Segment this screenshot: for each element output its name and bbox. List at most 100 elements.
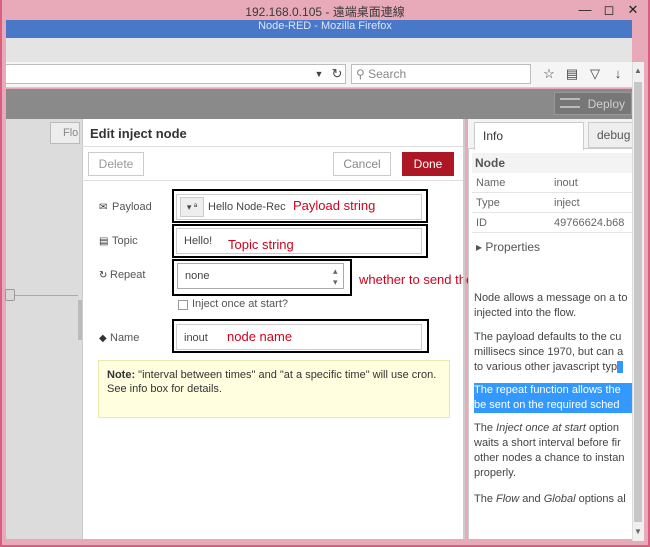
info-line: injected into the flow. bbox=[474, 307, 577, 319]
info-key: ID bbox=[476, 217, 487, 229]
name-input[interactable] bbox=[176, 324, 422, 350]
info-line: The Inject once at start option bbox=[474, 421, 632, 436]
download-icon[interactable]: ↓ bbox=[609, 65, 627, 83]
topic-annotation: Topic string bbox=[228, 237, 294, 252]
node-heading: Node bbox=[472, 153, 632, 173]
scrollbar-thumb[interactable] bbox=[634, 82, 642, 522]
info-emphasis: Flow bbox=[496, 493, 520, 505]
payload-label: Payload bbox=[112, 201, 152, 213]
info-line: The repeat function allows the bbox=[474, 383, 632, 398]
name-value: inout bbox=[184, 332, 208, 344]
envelope-icon: ✉ bbox=[99, 202, 108, 213]
topic-input[interactable] bbox=[176, 228, 422, 254]
tip-bold: Note: bbox=[107, 369, 136, 381]
divider bbox=[472, 212, 632, 213]
info-line: be sent on the required sched bbox=[474, 398, 632, 413]
info-emphasis: Global bbox=[543, 493, 576, 505]
flow-workspace[interactable] bbox=[6, 119, 82, 539]
cancel-button[interactable]: Cancel bbox=[333, 152, 391, 176]
info-paragraph-selected: The repeat function allows the be sent on… bbox=[474, 383, 632, 415]
info-line: Node allows a message on a to bbox=[474, 292, 628, 304]
search-icon: ⚲ bbox=[356, 67, 369, 81]
caret-right-icon: ▸ bbox=[476, 240, 486, 254]
chevron-updown-icon: ▴ ▾ bbox=[333, 266, 338, 287]
info-text: to various other javascript typ bbox=[474, 361, 618, 373]
repeat-icon: ↻ bbox=[99, 270, 108, 281]
tag-icon: ◆ bbox=[99, 333, 107, 344]
selection-highlight bbox=[617, 361, 624, 373]
pocket-icon[interactable]: ▽ bbox=[586, 65, 604, 83]
divider bbox=[82, 146, 465, 147]
tray-scrollbar[interactable] bbox=[463, 119, 465, 539]
maximize-icon[interactable]: ◻ bbox=[598, 2, 620, 18]
tasks-icon: ▤ bbox=[99, 236, 109, 247]
workspace-tab-label: Flo bbox=[63, 127, 79, 139]
tip-text: "interval between times" and "at a speci… bbox=[135, 369, 437, 381]
payload-type-select[interactable]: ▾ ª bbox=[180, 197, 204, 217]
reading-list-icon[interactable]: ▤ bbox=[563, 65, 581, 83]
tip-box: Note: "interval between times" and "at a… bbox=[98, 360, 450, 418]
divider bbox=[472, 232, 632, 233]
close-icon[interactable]: ✕ bbox=[622, 2, 644, 18]
info-paragraph: The Inject once at start option waits a s… bbox=[474, 421, 632, 483]
info-line: other nodes a chance to instan bbox=[474, 452, 625, 464]
info-text: The bbox=[474, 422, 497, 434]
node-port[interactable] bbox=[5, 289, 15, 301]
search-placeholder: Search bbox=[368, 67, 407, 81]
info-key: Name bbox=[476, 177, 506, 189]
tab-info[interactable]: Info bbox=[474, 122, 584, 150]
scroll-down-icon[interactable]: ▼ bbox=[632, 527, 644, 539]
info-value: 49766624.b68 bbox=[554, 217, 625, 229]
payload-value: Hello Node-Rec bbox=[208, 201, 286, 213]
topic-value: Hello! bbox=[184, 235, 213, 247]
flow-wire bbox=[6, 295, 78, 296]
inject-once-label: Inject once at start? bbox=[192, 298, 288, 310]
info-key: Type bbox=[476, 197, 500, 209]
name-label: Name bbox=[110, 332, 140, 344]
properties-toggle[interactable]: ▸ Properties bbox=[476, 240, 540, 254]
name-annotation: node name bbox=[227, 329, 293, 344]
topic-label: Topic bbox=[112, 235, 138, 247]
info-line: waits a short interval before fir bbox=[474, 437, 621, 449]
info-paragraph: Node allows a message on a to injected in… bbox=[474, 291, 632, 323]
repeat-label: Repeat bbox=[110, 269, 146, 281]
bookmark-star-icon[interactable]: ☆ bbox=[540, 65, 558, 83]
info-line: to various other javascript typ bbox=[474, 360, 632, 375]
deploy-icon bbox=[560, 98, 580, 108]
info-line: properly. bbox=[474, 467, 516, 479]
repeat-value: none bbox=[185, 270, 210, 282]
refresh-icon[interactable]: ↻ bbox=[328, 65, 346, 83]
minimize-icon[interactable]: — bbox=[574, 2, 596, 18]
tip-text2: See info box for details. bbox=[107, 383, 222, 395]
info-value: inject bbox=[554, 197, 580, 209]
browser-title: Node-RED - Mozilla Firefox bbox=[258, 20, 392, 32]
inject-once-checkbox[interactable] bbox=[178, 300, 188, 310]
payload-annotation: Payload string bbox=[293, 198, 376, 213]
info-text: option bbox=[585, 422, 619, 434]
nodered-header bbox=[6, 89, 632, 119]
info-paragraph: The payload defaults to the cu millisecs … bbox=[474, 330, 632, 376]
tray-title: Edit inject node bbox=[90, 126, 187, 141]
info-text: The bbox=[474, 493, 497, 505]
info-paragraph: The Flow and Global options al bbox=[474, 492, 632, 508]
done-button[interactable]: Done bbox=[402, 152, 454, 176]
properties-label: Properties bbox=[485, 240, 541, 254]
divider bbox=[472, 192, 632, 193]
tab-debug[interactable]: debug bbox=[588, 122, 638, 148]
info-text: options al bbox=[575, 493, 626, 505]
info-emphasis: Inject once at start bbox=[496, 422, 586, 434]
info-line: millisecs since 1970, but can a bbox=[474, 346, 624, 358]
browser-tabstrip bbox=[6, 38, 632, 62]
delete-button[interactable]: Delete bbox=[88, 152, 144, 176]
remote-desktop-title: 192.168.0.105 - 遠端桌面連線 bbox=[245, 5, 405, 19]
info-line: The payload defaults to the cu bbox=[474, 331, 622, 343]
url-bar[interactable] bbox=[6, 64, 346, 84]
chevron-down-icon[interactable]: ▼ bbox=[310, 65, 328, 83]
deploy-label: Deploy bbox=[587, 97, 625, 111]
info-value: inout bbox=[554, 177, 578, 189]
search-input[interactable]: ⚲ Search bbox=[351, 64, 531, 84]
workspace-tab[interactable]: Flo bbox=[50, 122, 80, 144]
scroll-up-icon[interactable]: ▲ bbox=[632, 66, 644, 78]
info-text: and bbox=[519, 493, 544, 505]
divider bbox=[82, 180, 465, 181]
